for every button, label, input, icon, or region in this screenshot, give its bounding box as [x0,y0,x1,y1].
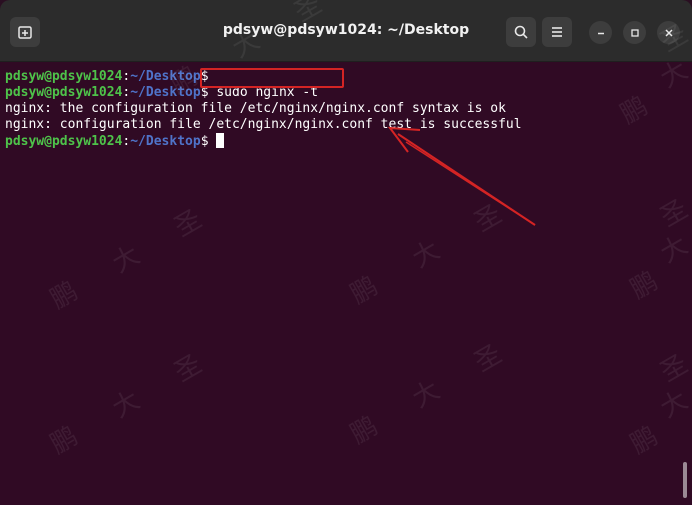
close-button[interactable] [657,21,680,44]
close-icon [664,28,673,37]
minimize-button[interactable] [589,21,612,44]
prompt-path: ~/Desktop [130,134,201,149]
terminal-output[interactable]: pdsyw@pdsyw1024:~/Desktop$ pdsyw@pdsyw10… [0,62,692,505]
maximize-icon [630,28,639,37]
menu-button[interactable] [542,17,572,47]
prompt-path: ~/Desktop [130,85,201,100]
terminal-line: pdsyw@pdsyw1024:~/Desktop$ [5,69,692,85]
terminal-line: nginx: configuration file /etc/nginx/ngi… [5,117,692,133]
terminal-line: pdsyw@pdsyw1024:~/Desktop$ sudo nginx -t [5,85,692,101]
prompt-user: pdsyw@pdsyw1024 [5,134,123,149]
terminal-line: pdsyw@pdsyw1024:~/Desktop$ [5,133,692,149]
prompt-path: ~/Desktop [130,69,201,84]
command-text [209,134,217,149]
minimize-icon [597,32,604,34]
search-icon [514,25,528,39]
search-button[interactable] [506,17,536,47]
prompt-user: pdsyw@pdsyw1024 [5,69,123,84]
annotation-highlight-box [200,68,344,88]
output-text: nginx: configuration file /etc/nginx/ngi… [5,117,522,132]
scrollbar-thumb[interactable] [683,462,687,498]
prompt-user: pdsyw@pdsyw1024 [5,85,123,100]
titlebar: pdsyw@pdsyw1024: ~/Desktop [0,0,692,62]
prompt-symbol: $ [200,134,209,149]
maximize-button[interactable] [623,21,646,44]
text-cursor [216,133,225,148]
terminal-line: nginx: the configuration file /etc/nginx… [5,101,692,117]
terminal-window: pdsyw@pdsyw1024: ~/Desktop pdsyw@pdsyw10… [0,0,692,505]
output-text: nginx: the configuration file /etc/nginx… [5,101,506,116]
hamburger-menu-icon [552,27,562,37]
